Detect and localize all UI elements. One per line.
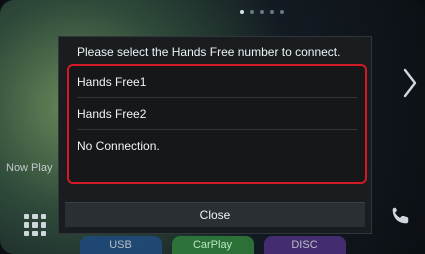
hands-free-select-dialog: Please select the Hands Free number to c… <box>58 36 372 234</box>
page-dot <box>270 10 274 14</box>
page-dot <box>280 10 284 14</box>
tab-carplay[interactable]: CarPlay <box>171 236 254 254</box>
option-hands-free-2[interactable]: Hands Free2 <box>77 98 357 130</box>
option-hands-free-1[interactable]: Hands Free1 <box>77 66 357 98</box>
tab-disc[interactable]: DISC <box>263 236 346 254</box>
page-dot <box>250 10 254 14</box>
tab-usb[interactable]: USB <box>79 236 162 254</box>
screen: Now Play USB CarPlay DISC Please select … <box>0 0 425 254</box>
phone-icon[interactable] <box>389 205 411 227</box>
dialog-title: Please select the Hands Free number to c… <box>77 45 341 59</box>
hands-free-options-list: Hands Free1 Hands Free2 No Connection. <box>67 64 367 184</box>
page-dot <box>260 10 264 14</box>
chevron-right-icon[interactable] <box>401 66 419 100</box>
option-no-connection[interactable]: No Connection. <box>77 130 357 161</box>
close-button[interactable]: Close <box>65 202 365 227</box>
now-playing-label: Now Play <box>6 162 53 174</box>
page-dot <box>240 10 244 14</box>
page-indicator <box>240 10 284 14</box>
